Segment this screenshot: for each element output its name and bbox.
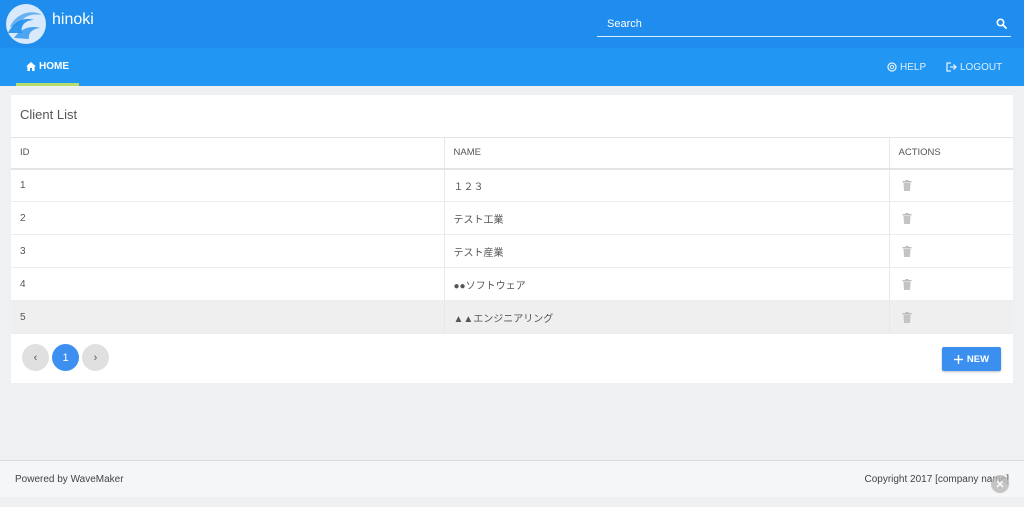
new-button-label: NEW xyxy=(966,353,990,365)
floating-action-icon[interactable] xyxy=(991,475,1009,493)
app-name: hinoki xyxy=(52,11,94,28)
new-client-button[interactable]: NEW xyxy=(942,347,1001,371)
home-icon xyxy=(26,62,36,71)
cell-actions xyxy=(888,300,1013,334)
cell-name: テスト工業 xyxy=(443,201,889,235)
cell-name: １２３ xyxy=(443,168,889,202)
cell-id: 4 xyxy=(11,267,444,301)
trash-icon[interactable] xyxy=(902,246,912,257)
main-nav: HOME HELP LOGOUT xyxy=(0,48,1024,86)
table-header-row: ID NAME ACTIONS xyxy=(11,137,1013,170)
pagination: ‹ 1 › xyxy=(22,344,109,371)
cell-actions xyxy=(888,168,1013,202)
cell-name: テスト産業 xyxy=(443,234,889,268)
next-page-button[interactable]: › xyxy=(82,344,109,371)
client-table: ID NAME ACTIONS 1 １２３ 2 テスト工業 3 テスト産業 4 … xyxy=(11,137,1013,334)
table-row[interactable]: 1 １２３ xyxy=(11,168,1013,202)
footer-copyright: Copyright 2017 [company name] xyxy=(864,474,1009,485)
page-1-button[interactable]: 1 xyxy=(52,344,79,371)
cell-actions xyxy=(888,267,1013,301)
cell-id: 2 xyxy=(11,201,444,235)
nav-help-label: HELP xyxy=(900,61,927,73)
help-icon xyxy=(887,62,897,72)
cell-actions xyxy=(888,201,1013,235)
column-header-id[interactable]: ID xyxy=(11,137,444,170)
logout-icon xyxy=(946,62,957,72)
search-icon[interactable] xyxy=(995,17,1009,31)
nav-home-tab[interactable]: HOME xyxy=(16,48,79,86)
cell-id: 1 xyxy=(11,168,444,202)
table-row[interactable]: 4 ●●ソフトウェア xyxy=(11,267,1013,301)
footer-powered-by: Powered by WaveMaker xyxy=(15,474,124,485)
client-list-panel: Client List ID NAME ACTIONS 1 １２３ 2 テスト工… xyxy=(11,95,1013,383)
wave-logo-icon[interactable] xyxy=(4,3,50,45)
panel-title: Client List xyxy=(20,107,78,122)
cell-actions xyxy=(888,234,1013,268)
column-header-name[interactable]: NAME xyxy=(443,137,889,170)
prev-page-button[interactable]: ‹ xyxy=(22,344,49,371)
trash-icon[interactable] xyxy=(902,213,912,224)
search-input[interactable] xyxy=(597,12,977,36)
table-row[interactable]: 3 テスト産業 xyxy=(11,234,1013,268)
trash-icon[interactable] xyxy=(902,279,912,290)
nav-help-link[interactable]: HELP xyxy=(887,48,926,86)
cell-name: ●●ソフトウェア xyxy=(443,267,889,301)
nav-logout-label: LOGOUT xyxy=(960,61,1003,73)
cell-name: ▲▲エンジニアリング xyxy=(443,300,889,334)
table-row[interactable]: 2 テスト工業 xyxy=(11,201,1013,235)
footer: Powered by WaveMaker Copyright 2017 [com… xyxy=(0,460,1024,497)
nav-home-label: HOME xyxy=(39,61,69,72)
close-icon xyxy=(996,480,1004,488)
table-row[interactable]: 5 ▲▲エンジニアリング xyxy=(11,300,1013,334)
nav-logout-link[interactable]: LOGOUT xyxy=(946,48,1002,86)
cell-id: 3 xyxy=(11,234,444,268)
column-header-actions: ACTIONS xyxy=(888,137,1013,170)
trash-icon[interactable] xyxy=(902,312,912,323)
cell-id: 5 xyxy=(11,300,444,334)
plus-icon xyxy=(953,354,963,364)
top-header: hinoki xyxy=(0,0,1024,48)
trash-icon[interactable] xyxy=(902,180,912,192)
search-bar xyxy=(597,12,1011,37)
